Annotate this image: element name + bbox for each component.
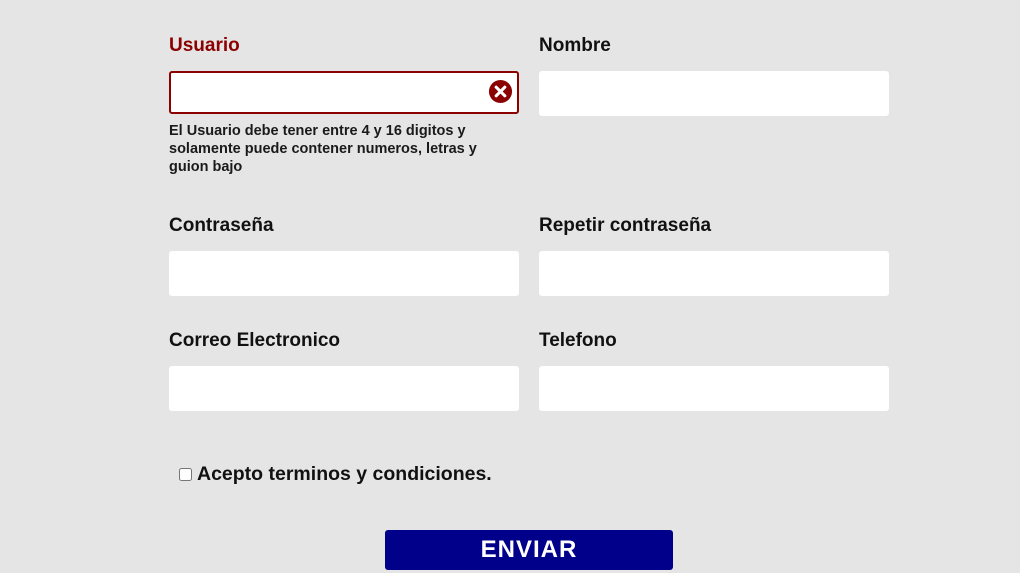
nombre-field-wrapper (539, 71, 889, 116)
usuario-error-message: El Usuario debe tener entre 4 y 16 digit… (169, 123, 477, 175)
repeat-password-label: Repetir contraseña (539, 215, 712, 236)
nombre-group: Nombre (539, 34, 889, 116)
phone-input[interactable] (539, 366, 889, 411)
terms-label: Acepto terminos y condiciones. (197, 463, 492, 485)
repeat-password-group: Repetir contraseña (539, 214, 889, 296)
usuario-field-wrapper (169, 71, 519, 114)
terms-checkbox[interactable] (179, 468, 192, 481)
terms-row[interactable]: Acepto terminos y condiciones. (179, 463, 492, 486)
error-x-circle-icon (488, 79, 513, 104)
password-label: Contraseña (169, 215, 274, 236)
email-group: Correo Electronico (169, 329, 519, 411)
usuario-label: Usuario (169, 35, 240, 56)
password-field-wrapper (169, 251, 519, 296)
password-input[interactable] (169, 251, 519, 296)
email-input[interactable] (169, 366, 519, 411)
phone-group: Telefono (539, 329, 889, 411)
password-group: Contraseña (169, 214, 519, 296)
usuario-input[interactable] (171, 73, 517, 112)
submit-button[interactable]: ENVIAR (385, 530, 673, 570)
repeat-password-input[interactable] (539, 251, 889, 296)
phone-label: Telefono (539, 330, 617, 351)
phone-field-wrapper (539, 366, 889, 411)
nombre-input[interactable] (539, 71, 889, 116)
email-field-wrapper (169, 366, 519, 411)
usuario-group: Usuario El Usuario debe tener entre 4 y … (169, 34, 519, 176)
repeat-password-field-wrapper (539, 251, 889, 296)
nombre-label: Nombre (539, 35, 611, 56)
registration-form: Usuario El Usuario debe tener entre 4 y … (0, 0, 1020, 573)
email-label: Correo Electronico (169, 330, 341, 351)
